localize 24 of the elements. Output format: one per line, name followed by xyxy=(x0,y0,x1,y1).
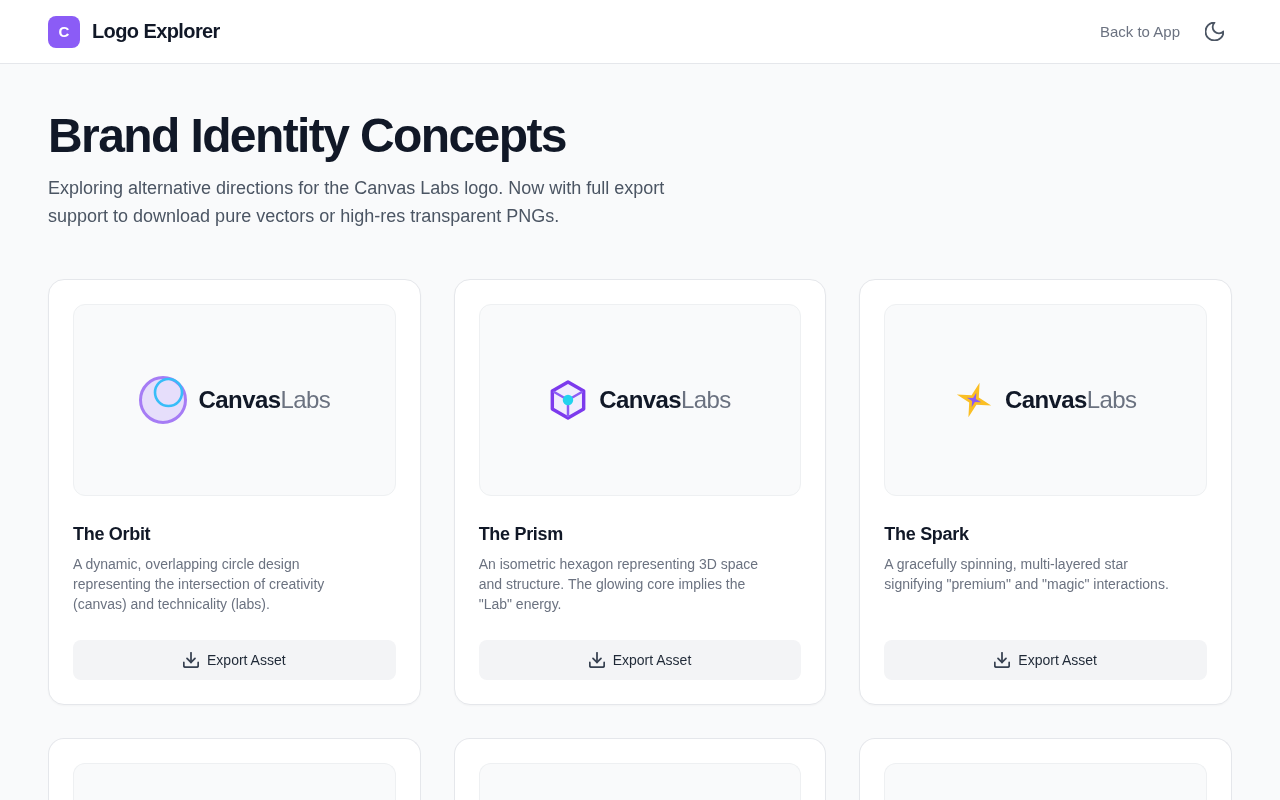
card-title: The Spark xyxy=(884,523,970,546)
wordmark: CanvasLabs xyxy=(198,385,331,415)
moon-icon[interactable] xyxy=(1205,22,1224,41)
page-subtitle: Exploring alternative directions for the Canvas Labs logo. Now with full export support to download pure vectors or high-res transparent PNGs. xyxy=(48,177,666,228)
card-description: A gracefully spinning, multi-layered star signifying "premium" and "magic" interactions. xyxy=(884,555,1170,594)
download-icon xyxy=(183,652,200,668)
export-button[interactable]: Export Asset xyxy=(73,640,396,680)
back-link[interactable]: Back to App xyxy=(1099,23,1180,40)
app-title: Logo Explorer xyxy=(92,20,220,43)
card-description: A dynamic, overlapping circle design representing the intersection of creativity (canvas) and technicality (labs). xyxy=(73,555,326,614)
download-icon xyxy=(994,652,1011,668)
card-title: The Orbit xyxy=(73,523,152,546)
card-description: An isometric hexagon representing 3D space and structure. The glowing core implies the "Lab" energy. xyxy=(478,555,760,614)
overlapping-circles-icon xyxy=(138,376,187,424)
download-icon xyxy=(588,652,605,668)
export-button[interactable]: Export Asset xyxy=(478,640,802,680)
four-point-star-icon xyxy=(954,381,993,419)
logo-badge: C xyxy=(48,15,80,48)
export-button[interactable]: Export Asset xyxy=(884,640,1207,680)
card-title: The Prism xyxy=(478,523,564,546)
hexagon-cube-icon xyxy=(549,379,588,421)
wordmark: CanvasLabs xyxy=(599,385,731,415)
page-title: Brand Identity Concepts xyxy=(48,108,567,164)
wordmark: CanvasLabs xyxy=(1004,385,1137,415)
